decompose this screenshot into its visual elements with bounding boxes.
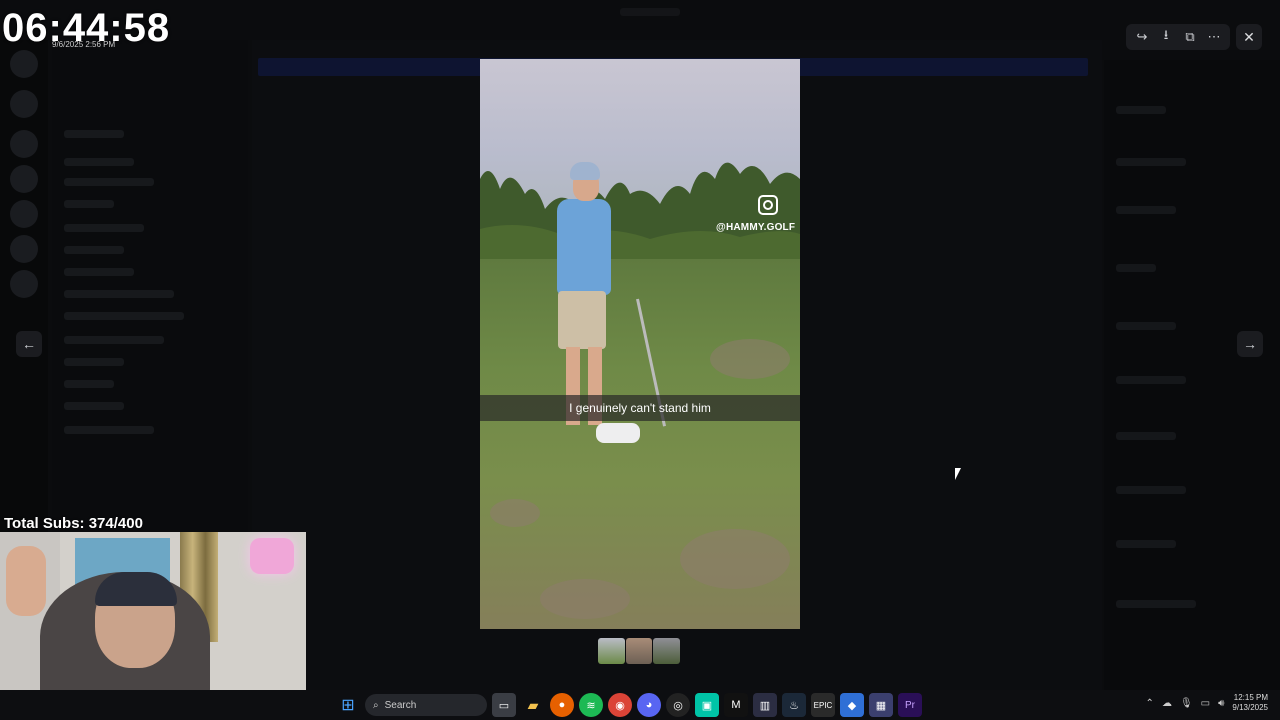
close-viewer-button[interactable]: ✕ (1236, 24, 1262, 50)
taskbar: ⊞ ⌕ Search ▭ ▰ ● ≋ ◉ ◕ ◎ ▣ M ▥ ♨ EPIC ◆ … (0, 690, 1280, 720)
obs-icon[interactable]: ◎ (666, 693, 690, 717)
cloud-icon[interactable]: ☁ (1162, 698, 1172, 709)
spotify-icon[interactable]: ≋ (579, 693, 603, 717)
viewer-actions: ↪ ⭳ ⧉ ⋯ (1126, 24, 1230, 50)
media-thumbnails (598, 638, 681, 664)
stream-timer-date: 9/6/2025 2:56 PM (52, 40, 116, 49)
next-media-button[interactable]: → (1237, 331, 1263, 357)
thumbnail-2[interactable] (625, 638, 653, 664)
task-view-icon[interactable]: ▭ (492, 693, 516, 717)
battle-net-icon[interactable]: ◆ (840, 693, 864, 717)
windows-start-icon[interactable]: ⊞ (336, 693, 360, 717)
network-icon[interactable]: ▭ (1201, 698, 1210, 709)
capcut-icon[interactable]: M (724, 693, 748, 717)
video-caption: I genuinely can't stand him (480, 395, 800, 421)
steam-icon[interactable]: ♨ (782, 693, 806, 717)
neon-sign (250, 538, 294, 574)
search-icon: ⌕ (373, 699, 379, 711)
app-2-icon[interactable]: ▦ (869, 693, 893, 717)
volume-icon[interactable]: 🔊︎ (1218, 698, 1224, 709)
taskbar-clock[interactable]: 12:15 PM 9/13/2025 (1232, 693, 1268, 713)
watermark-handle: @HAMMY.GOLF (716, 222, 796, 233)
open-external-icon[interactable]: ⧉ (1178, 24, 1202, 50)
viewer-toolbar: ↪ ⭳ ⧉ ⋯ ✕ (1126, 24, 1262, 50)
premiere-icon[interactable]: Pr (898, 693, 922, 717)
file-explorer-icon[interactable]: ▰ (521, 693, 545, 717)
member-list (1104, 60, 1280, 690)
search-label: Search (384, 699, 417, 711)
instagram-icon (758, 195, 778, 215)
app-green-icon[interactable]: ▣ (695, 693, 719, 717)
mouse-cursor (955, 468, 961, 480)
chevron-up-icon[interactable]: ⌃ (1146, 698, 1154, 709)
app-icon[interactable]: ▥ (753, 693, 777, 717)
webcam-feed (0, 532, 306, 690)
taskbar-search[interactable]: ⌕ Search (365, 694, 487, 716)
chrome-icon[interactable]: ◉ (608, 693, 632, 717)
download-icon[interactable]: ⭳ (1154, 24, 1178, 50)
mic-icon[interactable]: 🎙︎ (1180, 698, 1193, 709)
golfer (557, 199, 611, 295)
media-video[interactable]: @HAMMY.GOLF I genuinely can't stand him (480, 59, 800, 629)
thumbnail-1[interactable] (598, 638, 625, 664)
taskbar-apps: ⊞ ⌕ Search ▭ ▰ ● ≋ ◉ ◕ ◎ ▣ M ▥ ♨ EPIC ◆ … (336, 693, 922, 717)
epic-games-icon[interactable]: EPIC (811, 693, 835, 717)
system-tray: ⌃ ☁ 🎙︎ ▭ 🔊︎ 12:15 PM 9/13/2025 (1146, 693, 1268, 713)
sub-goal: Total Subs: 374/400 (4, 515, 143, 532)
previous-media-button[interactable]: ← (16, 331, 42, 357)
share-icon[interactable]: ↪ (1130, 24, 1154, 50)
thumbnail-3[interactable] (653, 638, 681, 664)
discord-icon[interactable]: ◕ (637, 693, 661, 717)
more-icon[interactable]: ⋯ (1202, 24, 1226, 50)
firefox-icon[interactable]: ● (550, 693, 574, 717)
